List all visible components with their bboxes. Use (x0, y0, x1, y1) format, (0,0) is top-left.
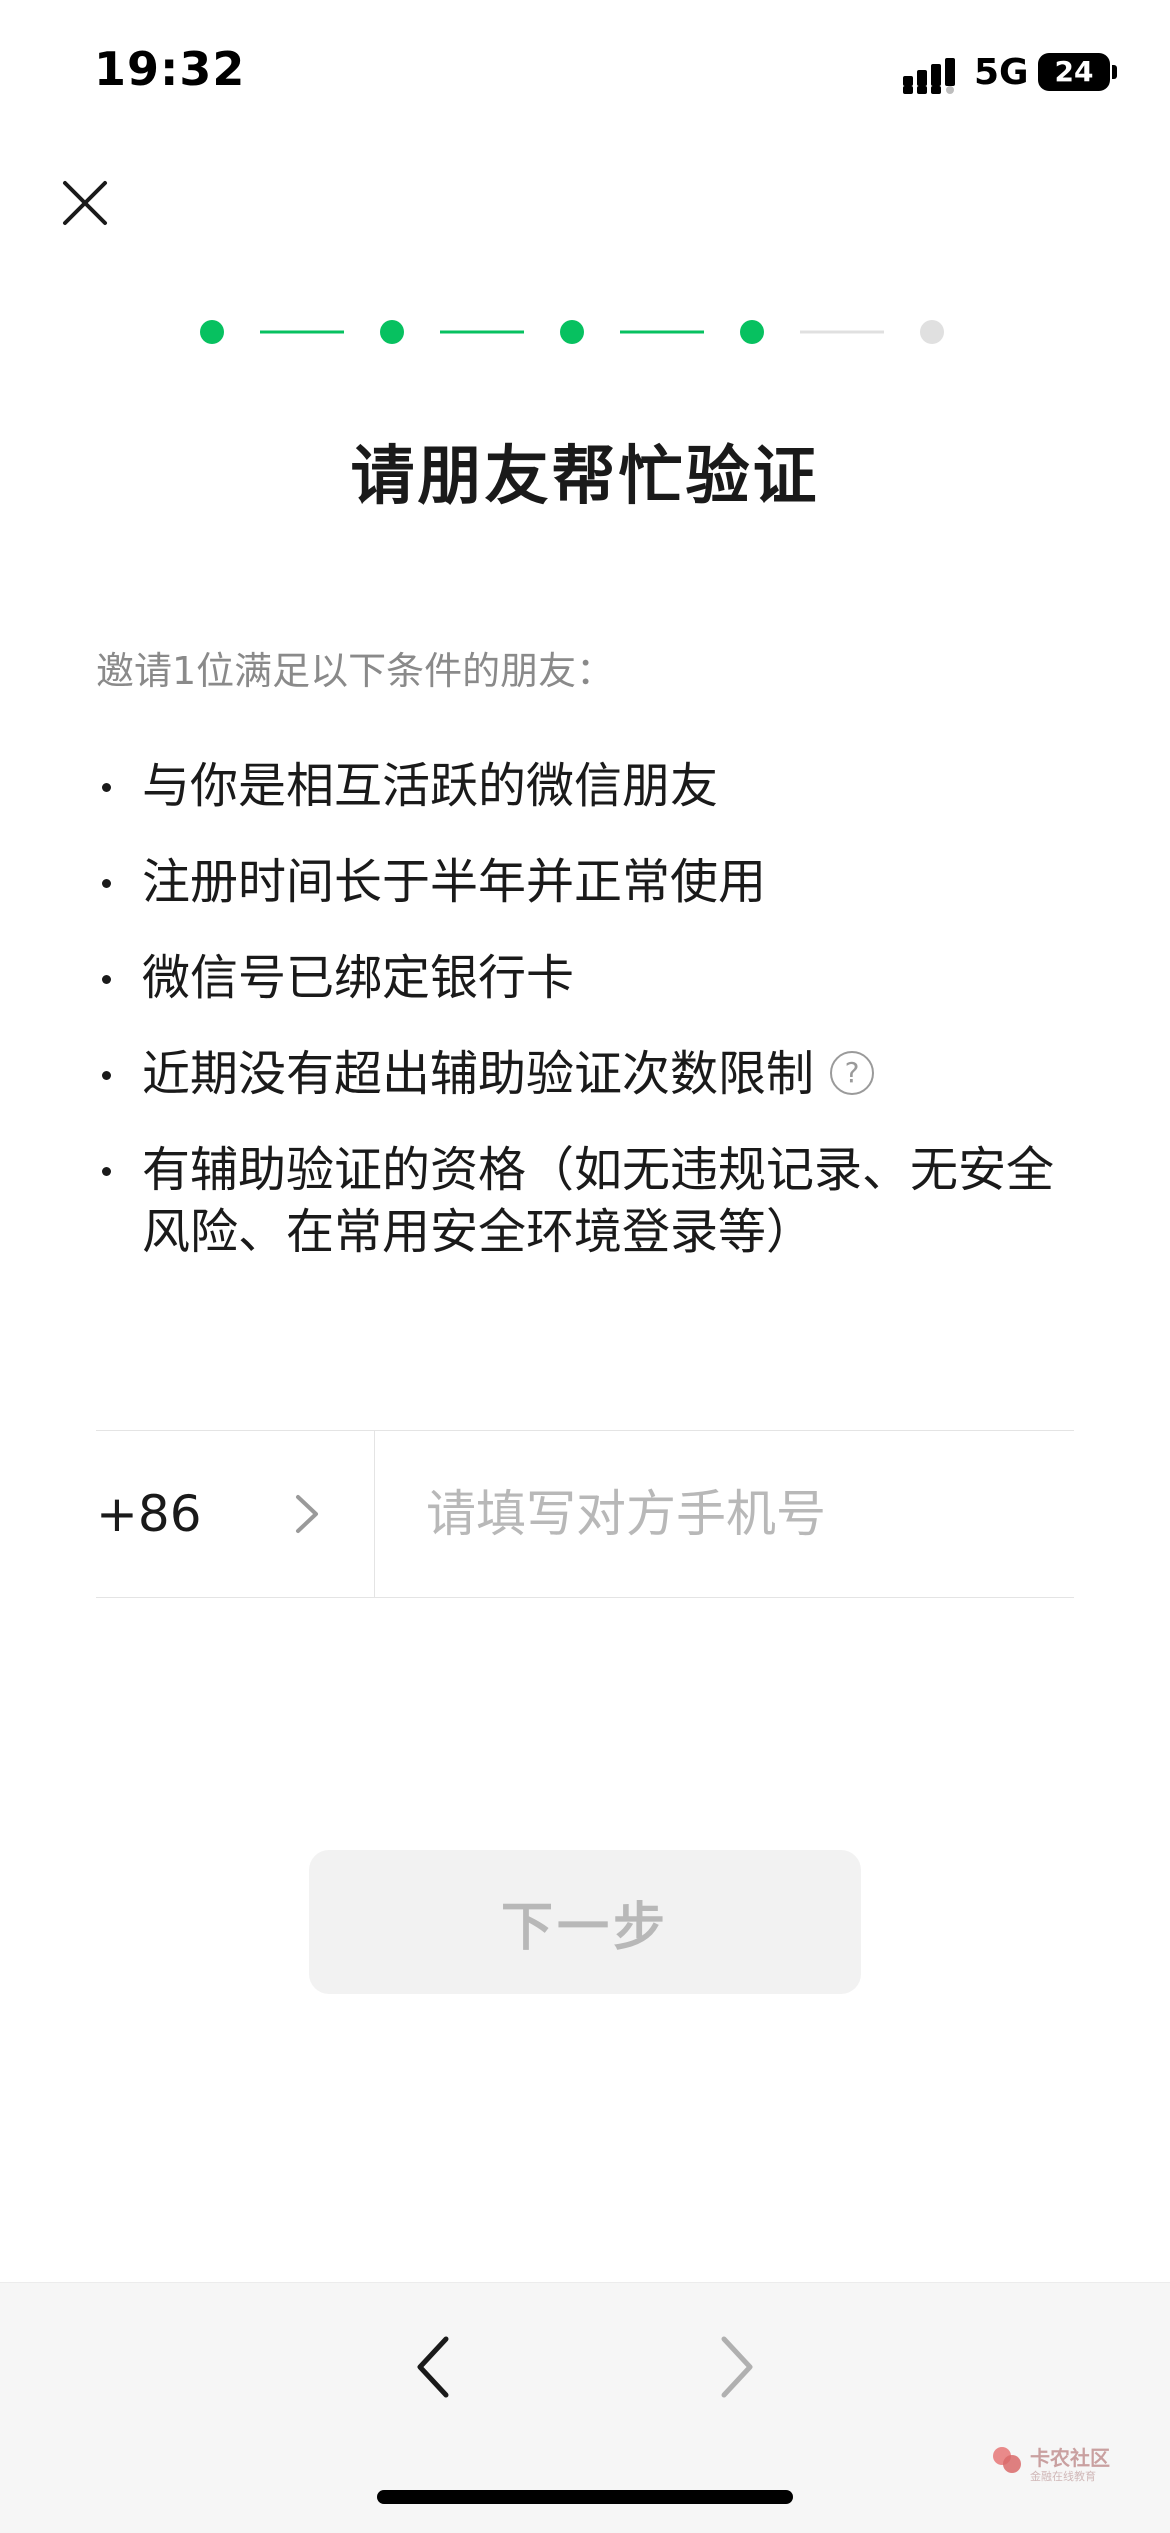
step-dot (380, 320, 404, 344)
phone-input-row: +86 (96, 1430, 1074, 1598)
watermark-logo: 卡农社区 金融在线教育 (990, 2440, 1140, 2490)
chevron-left-icon[interactable] (406, 2327, 462, 2407)
home-indicator[interactable] (377, 2490, 793, 2504)
watermark-subtext: 金融在线教育 (1030, 2470, 1096, 2483)
bullet-dot (102, 783, 111, 792)
phone-number-input[interactable] (426, 1471, 1046, 1557)
conditions-intro: 邀请1位满足以下条件的朋友： (96, 649, 615, 693)
status-bar: 19:32 5G 24 (0, 0, 1170, 150)
condition-text: 有辅助验证的资格（如无违规记录、无安全风险、在常用安全环境登录等） (142, 1142, 1055, 1260)
battery-level: 24 (1038, 53, 1110, 91)
country-code-selector[interactable]: +86 (96, 1431, 375, 1597)
page-title: 请朋友帮忙验证 (350, 440, 820, 514)
close-icon[interactable] (50, 168, 120, 238)
condition-item: 微信号已绑定银行卡 (96, 947, 1076, 1009)
condition-item: 近期没有超出辅助验证次数限制? (96, 1043, 1076, 1105)
watermark-text: 卡农社区 (1030, 2446, 1110, 2470)
battery-icon: 24 (1038, 53, 1118, 91)
condition-item: 有辅助验证的资格（如无违规记录、无安全风险、在常用安全环境登录等） (96, 1139, 1076, 1263)
step-dot (740, 320, 764, 344)
condition-item: 注册时间长于半年并正常使用 (96, 851, 1076, 913)
bullet-dot (102, 879, 111, 888)
chevron-right-icon[interactable] (708, 2327, 764, 2407)
bullet-dot (102, 1071, 111, 1080)
network-type: 5G (974, 52, 1029, 93)
conditions-list: 与你是相互活跃的微信朋友 注册时间长于半年并正常使用 微信号已绑定银行卡 近期没… (96, 755, 1076, 1297)
signal-icon (903, 58, 955, 94)
next-step-button[interactable]: 下一步 (309, 1850, 861, 1994)
condition-text: 微信号已绑定银行卡 (142, 950, 575, 1006)
country-code: +86 (96, 1485, 202, 1543)
battery-tip (1112, 65, 1117, 79)
chevron-right-icon (296, 1495, 318, 1533)
step-progress (200, 320, 944, 344)
bullet-dot (102, 1167, 111, 1176)
question-circle-icon[interactable]: ? (830, 1051, 875, 1095)
watermark-icon (993, 2447, 1021, 2473)
condition-item: 与你是相互活跃的微信朋友 (96, 755, 1076, 817)
step-dot (200, 320, 224, 344)
step-dot (560, 320, 584, 344)
condition-text: 与你是相互活跃的微信朋友 (142, 758, 719, 814)
condition-text: 近期没有超出辅助验证次数限制 (142, 1046, 815, 1102)
bullet-dot (102, 975, 111, 984)
status-time: 19:32 (94, 42, 246, 96)
condition-text: 注册时间长于半年并正常使用 (142, 854, 767, 910)
step-dot (920, 320, 944, 344)
